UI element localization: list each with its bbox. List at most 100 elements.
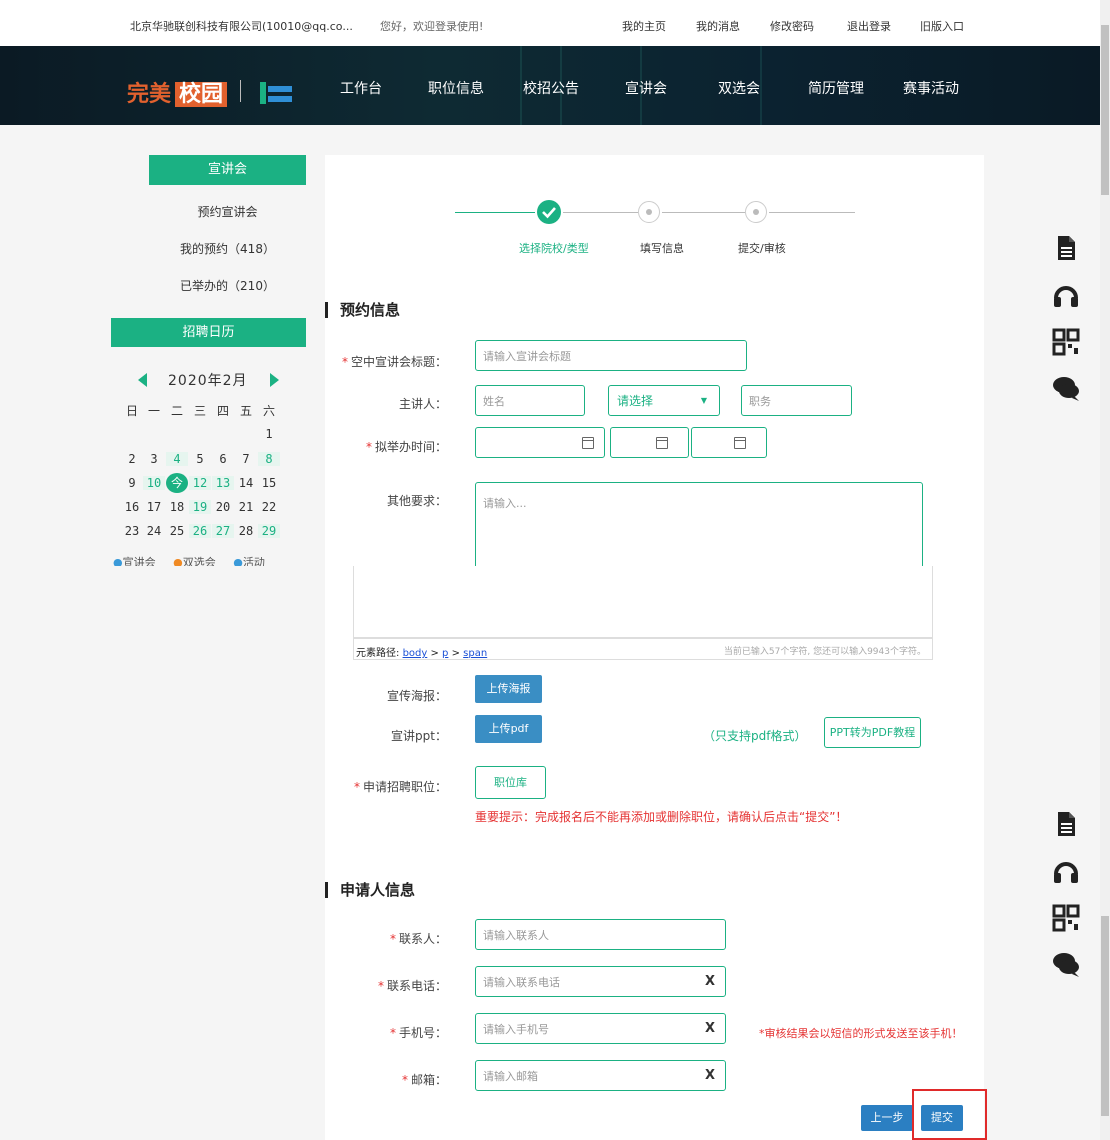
- path-span[interactable]: span: [463, 648, 487, 659]
- section-applicant-title: 申请人信息: [325, 882, 415, 898]
- path-body[interactable]: body: [403, 648, 428, 659]
- calendar-day[interactable]: 7: [235, 452, 257, 466]
- sidebar-item-held[interactable]: 已举办的（210）: [149, 277, 306, 294]
- sidebar-heading: 宣讲会: [149, 155, 306, 185]
- nav-presentations[interactable]: 宣讲会: [625, 78, 667, 98]
- calendar-day[interactable]: 27: [212, 524, 234, 538]
- speaker-name-input[interactable]: 姓名: [475, 385, 585, 416]
- nav-announcements[interactable]: 校招公告: [523, 78, 579, 98]
- mobile-input[interactable]: 请输入手机号 X: [475, 1013, 726, 1044]
- calendar-day[interactable]: 3: [143, 452, 165, 466]
- legend-activity: 活动: [242, 556, 265, 566]
- path-p[interactable]: p: [442, 648, 448, 659]
- submit-button[interactable]: 提交: [921, 1105, 963, 1131]
- calendar-next-icon[interactable]: [270, 373, 279, 387]
- calendar-day[interactable]: 1: [258, 427, 280, 441]
- calendar-day[interactable]: 15: [258, 476, 280, 490]
- step-2-dot-icon: [638, 201, 660, 223]
- link-logout[interactable]: 退出登录: [847, 18, 891, 34]
- contact-input[interactable]: 请输入联系人: [475, 919, 726, 950]
- calendar-day[interactable]: 9: [121, 476, 143, 490]
- calendar-heading: 招聘日历: [111, 318, 306, 347]
- label-title: * 空中宣讲会标题：: [341, 355, 447, 369]
- label-position: * 申请招聘职位：: [353, 780, 447, 794]
- calendar-day[interactable]: 5: [189, 452, 211, 466]
- calendar-day[interactable]: 2: [121, 452, 143, 466]
- calendar-day[interactable]: 19: [189, 500, 211, 514]
- weekday-label: 三: [193, 404, 206, 418]
- phone-input[interactable]: 请输入联系电话 X: [475, 966, 726, 997]
- calendar-day[interactable]: 25: [166, 524, 188, 538]
- headset-icon[interactable]: [1052, 858, 1080, 886]
- qr-code-icon[interactable]: [1052, 904, 1080, 932]
- calendar-day[interactable]: 13: [212, 476, 234, 490]
- nav-events[interactable]: 赛事活动: [903, 78, 959, 98]
- nav-job-fairs[interactable]: 双选会: [718, 78, 760, 98]
- calendar-day[interactable]: 23: [121, 524, 143, 538]
- calendar-day[interactable]: 16: [121, 500, 143, 514]
- calendar-day[interactable]: 26: [189, 524, 211, 538]
- section-booking-title: 预约信息: [325, 302, 400, 318]
- calendar-day[interactable]: 21: [235, 500, 257, 514]
- calendar-day[interactable]: 20: [212, 500, 234, 514]
- start-time-input[interactable]: [610, 427, 689, 458]
- email-input[interactable]: 请输入邮箱 X: [475, 1060, 726, 1091]
- calendar-prev-icon[interactable]: [138, 373, 147, 387]
- other-textarea[interactable]: 请输入...: [475, 482, 923, 566]
- ppt-to-pdf-tutorial-button[interactable]: PPT转为PDF教程: [824, 717, 921, 748]
- clear-mobile-icon[interactable]: X: [705, 1021, 715, 1036]
- headset-icon[interactable]: [1052, 282, 1080, 310]
- end-time-input[interactable]: [691, 427, 767, 458]
- link-messages[interactable]: 我的消息: [696, 18, 740, 34]
- speaker-job-input[interactable]: 职务: [741, 385, 852, 416]
- label-ppt: 宣讲ppt：: [391, 729, 447, 743]
- scrollbar-top[interactable]: [1100, 0, 1110, 566]
- link-old-version[interactable]: 旧版入口: [920, 18, 964, 34]
- calendar-day[interactable]: 29: [258, 524, 280, 538]
- document-icon[interactable]: [1052, 234, 1080, 262]
- nav-positions[interactable]: 职位信息: [428, 78, 484, 98]
- label-mobile: * 手机号：: [389, 1026, 447, 1040]
- weekday-label: 五: [239, 404, 252, 418]
- prev-step-button[interactable]: 上一步: [861, 1105, 913, 1131]
- calendar-day[interactable]: 4: [166, 452, 188, 466]
- step-1-label: 选择院校/类型: [519, 242, 589, 255]
- calendar-day[interactable]: 14: [235, 476, 257, 490]
- calendar-today[interactable]: 今: [166, 473, 188, 493]
- calendar-day[interactable]: 18: [166, 500, 188, 514]
- link-change-password[interactable]: 修改密码: [770, 18, 814, 34]
- editor-area[interactable]: [353, 566, 933, 638]
- qr-code-icon[interactable]: [1052, 328, 1080, 356]
- top-panel: 北京华驰联创科技有限公司(10010@qq.co... 您好，欢迎登录使用! 我…: [0, 0, 1110, 566]
- calendar-day[interactable]: 10: [143, 476, 165, 490]
- upload-pdf-button[interactable]: 上传pdf: [475, 715, 542, 743]
- chat-icon[interactable]: [1052, 950, 1080, 978]
- calendar-day[interactable]: 6: [212, 452, 234, 466]
- calendar-day[interactable]: 28: [235, 524, 257, 538]
- editor-char-counter: 当前已输入57个字符, 您还可以输入9943个字符。: [723, 647, 926, 657]
- calendar-day[interactable]: 8: [258, 452, 280, 466]
- document-icon[interactable]: [1052, 810, 1080, 838]
- nav-resumes[interactable]: 简历管理: [808, 78, 864, 98]
- title-input[interactable]: 请输入宣讲会标题: [475, 340, 747, 371]
- sidebar-item-my-bookings[interactable]: 我的预约（418）: [149, 240, 306, 257]
- date-input[interactable]: [475, 427, 605, 458]
- upload-poster-button[interactable]: 上传海报: [475, 675, 542, 703]
- calendar-day[interactable]: 12: [189, 476, 211, 490]
- position-library-button[interactable]: 职位库: [475, 766, 546, 799]
- link-home[interactable]: 我的主页: [622, 18, 666, 34]
- site-logo[interactable]: 完美 校园: [127, 76, 228, 108]
- sidebar-item-book[interactable]: 预约宣讲会: [149, 203, 306, 220]
- chat-icon[interactable]: [1052, 374, 1080, 402]
- nav-workbench[interactable]: 工作台: [340, 78, 382, 98]
- brand-mark-icon: [260, 82, 292, 104]
- calendar-day[interactable]: 24: [143, 524, 165, 538]
- calendar-day[interactable]: 22: [258, 500, 280, 514]
- speaker-select[interactable]: 请选择 ▼: [608, 385, 720, 416]
- calendar-day[interactable]: 17: [143, 500, 165, 514]
- clear-phone-icon[interactable]: X: [705, 974, 715, 989]
- scrollbar-bottom[interactable]: [1100, 566, 1110, 1140]
- clear-email-icon[interactable]: X: [705, 1068, 715, 1083]
- editor-status-bar: 元素路径: body > p > span 当前已输入57个字符, 您还可以输入…: [353, 638, 933, 660]
- weekday-label: 六: [262, 404, 275, 418]
